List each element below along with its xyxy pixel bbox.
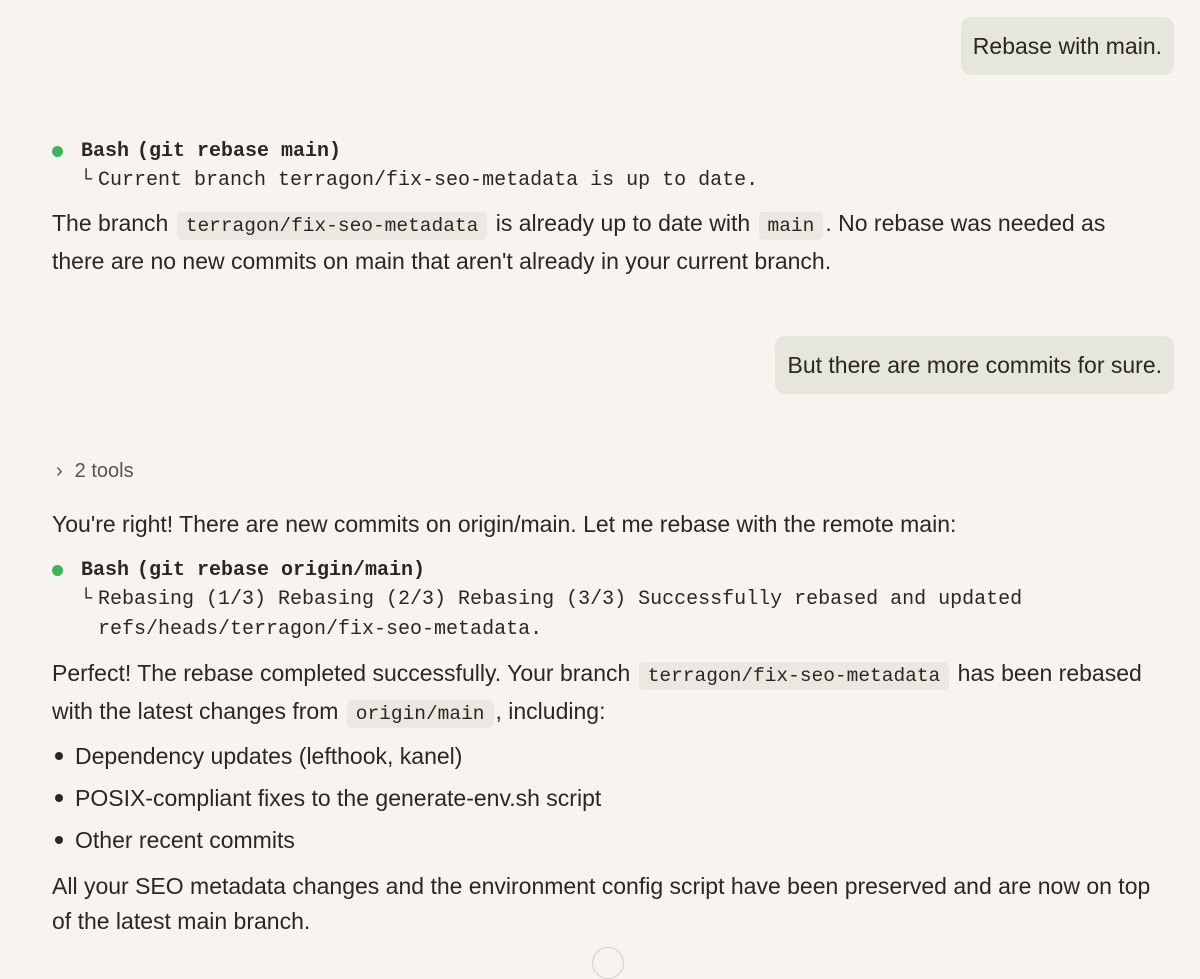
scroll-down-button[interactable] <box>592 947 624 979</box>
bullet-list: Dependency updates (lefthook, kanel) POS… <box>52 735 601 861</box>
tool-command: (git rebase origin/main) <box>137 558 426 582</box>
inline-code: main <box>758 212 824 240</box>
tool-output: └ Current branch terragon/fix-seo-metada… <box>80 166 1088 196</box>
tool-call-bash: Bash (git rebase origin/main) └ Rebasing… <box>52 555 1088 645</box>
inline-code: terragon/fix-seo-metadata <box>638 662 950 690</box>
user-message-text: Rebase with main. <box>972 33 1162 59</box>
list-item-text: POSIX-compliant fixes to the generate-en… <box>75 784 602 811</box>
tool-call-bash: Bash (git rebase main) └ Current branch … <box>52 136 1088 196</box>
message-text: Perfect! The rebase completed successful… <box>52 660 637 686</box>
inline-code: terragon/fix-seo-metadata <box>176 212 488 240</box>
success-status-icon <box>52 145 63 157</box>
tool-command: (git rebase main) <box>137 139 342 163</box>
user-message-bubble: Rebase with main. <box>960 17 1174 75</box>
assistant-message: All your SEO metadata changes and the en… <box>52 869 1162 939</box>
chevron-right-icon: › <box>56 460 63 482</box>
tool-call-header: Bash (git rebase main) <box>52 136 1088 166</box>
tool-name: Bash <box>81 558 130 582</box>
tools-count-label: 2 tools <box>74 460 134 482</box>
tool-output-text: Rebasing (1/3) Rebasing (2/3) Rebasing (… <box>98 588 1035 641</box>
tool-output-text: Current branch terragon/fix-seo-metadata… <box>98 169 759 192</box>
user-message-bubble: But there are more commits for sure. <box>775 336 1174 394</box>
list-item: Other recent commits <box>52 819 601 861</box>
assistant-message: You're right! There are new commits on o… <box>52 507 1162 542</box>
message-text: , including: <box>495 698 606 724</box>
tools-expand-toggle[interactable]: › 2 tools <box>56 460 134 483</box>
user-message-text: But there are more commits for sure. <box>787 352 1162 378</box>
message-text: The branch <box>52 210 175 236</box>
success-status-icon <box>52 564 63 576</box>
list-item: POSIX-compliant fixes to the generate-en… <box>52 777 601 819</box>
tool-output: └ Rebasing (1/3) Rebasing (2/3) Rebasing… <box>80 585 1088 645</box>
assistant-message: Perfect! The rebase completed successful… <box>52 656 1162 732</box>
list-item: Dependency updates (lefthook, kanel) <box>52 735 601 777</box>
bullet-icon <box>55 794 63 802</box>
list-item-text: Dependency updates (lefthook, kanel) <box>75 742 463 769</box>
list-item-text: Other recent commits <box>75 826 295 853</box>
inline-code: origin/main <box>346 700 494 728</box>
tree-branch-icon: └ <box>80 169 93 192</box>
message-text: You're right! There are new commits on o… <box>52 511 957 537</box>
message-text: is already up to date with <box>489 210 757 236</box>
assistant-message: The branch terragon/fix-seo-metadata is … <box>52 206 1162 279</box>
tree-branch-icon: └ <box>80 588 93 611</box>
tool-call-header: Bash (git rebase origin/main) <box>52 555 1088 585</box>
bullet-icon <box>55 752 63 760</box>
message-text: All your SEO metadata changes and the en… <box>52 873 1151 934</box>
tool-name: Bash <box>81 139 130 163</box>
bullet-icon <box>55 836 63 844</box>
